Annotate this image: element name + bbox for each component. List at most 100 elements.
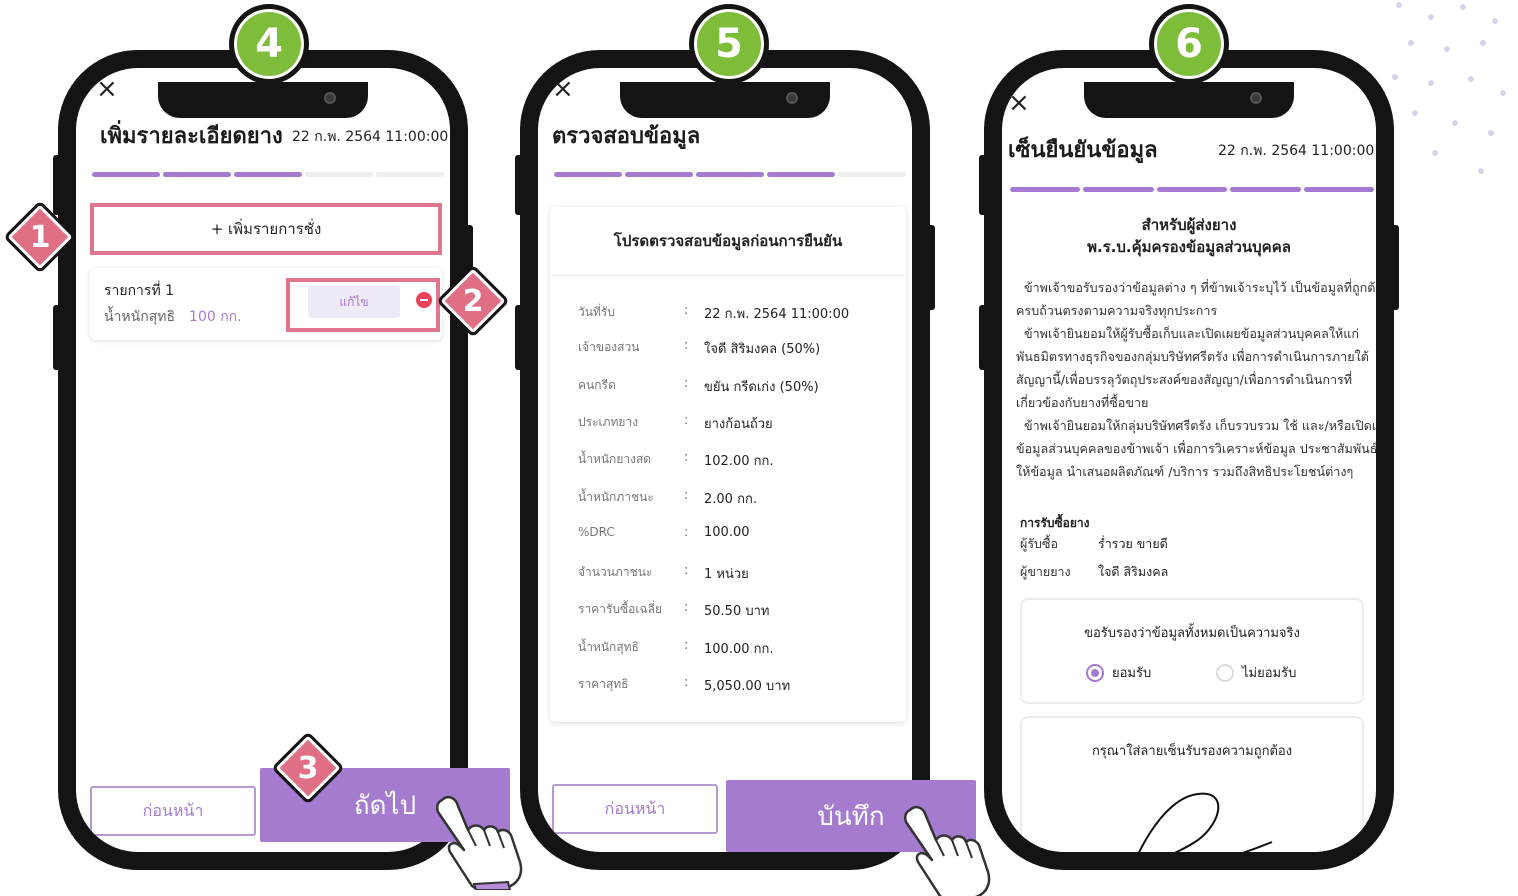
review-row: จำนวนภาชนะ:1 หน่วย xyxy=(578,563,896,583)
consent-line: ครบถ้วนตรงตามความจริงทุกประการ xyxy=(1016,303,1218,318)
phone-add-rubber-details: × เพิ่มรายละเอียดยาง 22 ก.พ. 2564 11:00:… xyxy=(53,50,473,870)
previous-button[interactable]: ก่อนหน้า xyxy=(552,784,718,834)
buyer-label: ผู้รับซื้อ xyxy=(1020,536,1058,551)
confirm-card: ขอรับรองว่าข้อมูลทั้งหมดเป็นความจริง ยอม… xyxy=(1020,598,1364,704)
step-5-circle: 5 xyxy=(689,4,769,84)
add-weighing-button[interactable]: + เพิ่มรายการชั่ง xyxy=(90,203,442,255)
seller-label: ผู้ขายยาง xyxy=(1020,564,1071,579)
camera-icon xyxy=(324,92,336,104)
consent-line: ข้าพเจ้ายินยอมให้ผู้รับซื้อเก็บและเปิดเผ… xyxy=(1016,326,1360,341)
review-heading: โปรดตรวจสอบข้อมูลก่อนการยืนยัน xyxy=(613,232,843,250)
review-row: ราคารับซื้อเฉลี่ย:50.50 บาท xyxy=(578,600,896,620)
progress-bar xyxy=(1010,187,1375,192)
radio-unselected-icon xyxy=(1216,663,1234,682)
edit-button[interactable]: แก้ไข xyxy=(308,286,400,318)
progress-bar xyxy=(92,172,444,177)
consent-line: ข้าพเจ้าขอรับรองว่าข้อมูลต่าง ๆ ที่ข้าพเ… xyxy=(1016,280,1376,295)
review-row: เจ้าของสวน: ใจดี สิริมงคล (50%) xyxy=(578,338,896,358)
accept-radio[interactable]: ยอมรับ xyxy=(1086,662,1151,683)
badge-3: 3 xyxy=(297,750,319,786)
row-label: วันที่รับ xyxy=(578,305,615,319)
buying-heading: การรับซื้อยาง xyxy=(1020,516,1090,530)
date-time: 22 ก.พ. 2564 11:00:00 xyxy=(292,129,449,145)
row-value: 102.00 กก. xyxy=(704,454,774,469)
row-value: ยางก้อนถ้วย xyxy=(704,417,773,432)
close-icon[interactable]: × xyxy=(552,76,574,102)
radio-selected-icon xyxy=(1086,663,1104,682)
row-value: 2.00 กก. xyxy=(704,492,757,507)
progress-bar xyxy=(554,172,906,177)
divider xyxy=(550,275,906,276)
phone-sign-confirm: × เซ็นยืนยันข้อมูล 22 ก.พ. 2564 11:00:00… xyxy=(979,50,1399,870)
review-row: น้ำหนักสุทธิ:100.00 กก. xyxy=(578,638,896,658)
row-value: ขยัน กรีดเก่ง (50%) xyxy=(704,380,819,395)
buyer-row: ผู้รับซื้อ ร่ำรวย ขายดี xyxy=(1020,534,1168,554)
row-label: %DRC xyxy=(578,525,615,539)
decline-label: ไม่ยอมรับ xyxy=(1242,666,1297,681)
row-colon: : xyxy=(684,376,689,391)
seller-row: ผู้ขายยาง ใจดี สิริมงคล xyxy=(1020,562,1168,582)
row-label: น้ำหนักภาชนะ xyxy=(578,490,654,504)
consent-line: เกี่ยวข้องกับยางที่ซื้อขาย xyxy=(1016,395,1149,410)
consent-line: พันธมิตรทางธุรกิจของกลุ่มบริษัทศรีตรัง เ… xyxy=(1016,349,1369,364)
phone-notch xyxy=(620,82,830,118)
decorative-dots xyxy=(1388,0,1518,190)
row-colon: : xyxy=(684,638,689,653)
review-row: วันที่รับ:22 ก.พ. 2564 11:00:00 xyxy=(578,303,896,323)
step-4-circle: 4 xyxy=(229,4,309,84)
row-value: ใจดี สิริมงคล (50%) xyxy=(704,342,821,357)
row-label: น้ำหนักสุทธิ xyxy=(578,640,639,654)
review-row: น้ำหนักภาชนะ:2.00 กก. xyxy=(578,488,896,508)
row-colon: : xyxy=(684,413,689,428)
consent-title-line-1: สำหรับผู้ส่งยาง xyxy=(1141,216,1237,234)
signature-pad[interactable]: กรุณาใส่ลายเซ็นรับรองความถูกต้อง xyxy=(1020,716,1364,852)
weight-label: น้ำหนักสุทธิ xyxy=(104,309,176,325)
row-label: ราคารับซื้อเฉลี่ย xyxy=(578,602,663,616)
row-label: คนกรีด xyxy=(578,378,616,392)
phone-notch xyxy=(1084,82,1294,118)
review-row: ราคาสุทธิ:5,050.00 บาท xyxy=(578,675,896,695)
review-card: โปรดตรวจสอบข้อมูลก่อนการยืนยัน วันที่รับ… xyxy=(550,207,906,722)
row-label: จำนวนภาชนะ xyxy=(578,565,653,579)
page-title: เพิ่มรายละเอียดยาง xyxy=(100,124,283,149)
review-row: ประเภทยาง: ยางก้อนถ้วย xyxy=(578,413,896,433)
page-title: เซ็นยืนยันข้อมูล xyxy=(1008,138,1158,163)
consent-text: ข้าพเจ้าขอรับรองว่าข้อมูลต่าง ๆ ที่ข้าพเ… xyxy=(1016,276,1376,483)
review-row: คนกรีด: ขยัน กรีดเก่ง (50%) xyxy=(578,376,896,396)
row-colon: : xyxy=(684,488,689,503)
decline-radio[interactable]: ไม่ยอมรับ xyxy=(1216,662,1296,683)
signature-stroke xyxy=(1138,792,1273,852)
row-colon: : xyxy=(684,303,689,318)
row-colon: : xyxy=(684,563,689,578)
row-value: 5,050.00 บาท xyxy=(704,679,791,694)
row-colon: : xyxy=(684,675,689,690)
row-label: ประเภทยาง xyxy=(578,415,639,429)
phone-notch xyxy=(158,82,368,118)
confirm-question: ขอรับรองว่าข้อมูลทั้งหมดเป็นความจริง xyxy=(1084,626,1300,641)
review-row: น้ำหนักยางสด:102.00 กก. xyxy=(578,450,896,470)
screen-sign-confirm: × เซ็นยืนยันข้อมูล 22 ก.พ. 2564 11:00:00… xyxy=(1002,68,1376,852)
accept-label: ยอมรับ xyxy=(1112,666,1152,681)
close-icon[interactable]: × xyxy=(96,76,118,102)
step-6-circle: 6 xyxy=(1149,4,1229,84)
phone-review-data: × ตรวจสอบข้อมูล โปรดตรวจสอบข้อมูลก่อนการ… xyxy=(515,50,935,870)
item-weight: น้ำหนักสุทธิ 100 กก. xyxy=(104,306,242,328)
row-value: 22 ก.พ. 2564 11:00:00 xyxy=(704,307,850,322)
row-value: 50.50 บาท xyxy=(704,604,770,619)
remove-icon[interactable] xyxy=(416,292,432,308)
review-row: %DRC:100.00 xyxy=(578,525,896,545)
previous-button[interactable]: ก่อนหน้า xyxy=(90,786,256,836)
consent-line: ข้าพเจ้ายินยอมให้กลุ่มบริษัทศรีตรัง เก็บ… xyxy=(1016,418,1376,433)
close-icon[interactable]: × xyxy=(1008,90,1030,116)
row-value: 100.00 กก. xyxy=(704,642,774,657)
row-label: ราคาสุทธิ xyxy=(578,677,629,691)
row-colon: : xyxy=(684,450,689,465)
consent-line: ให้ข้อมูล นำเสนอผลิตภัณฑ์ /บริการ รวมถึง… xyxy=(1016,464,1354,479)
row-value: 100.00 xyxy=(704,525,750,540)
badge-1: 1 xyxy=(29,219,51,255)
screen-add-rubber-details: × เพิ่มรายละเอียดยาง 22 ก.พ. 2564 11:00:… xyxy=(76,68,450,852)
item-title: รายการที่ 1 xyxy=(104,283,175,299)
buyer-value: ร่ำรวย ขายดี xyxy=(1098,536,1168,551)
seller-value: ใจดี สิริมงคล xyxy=(1098,564,1169,579)
row-colon: : xyxy=(684,338,689,353)
